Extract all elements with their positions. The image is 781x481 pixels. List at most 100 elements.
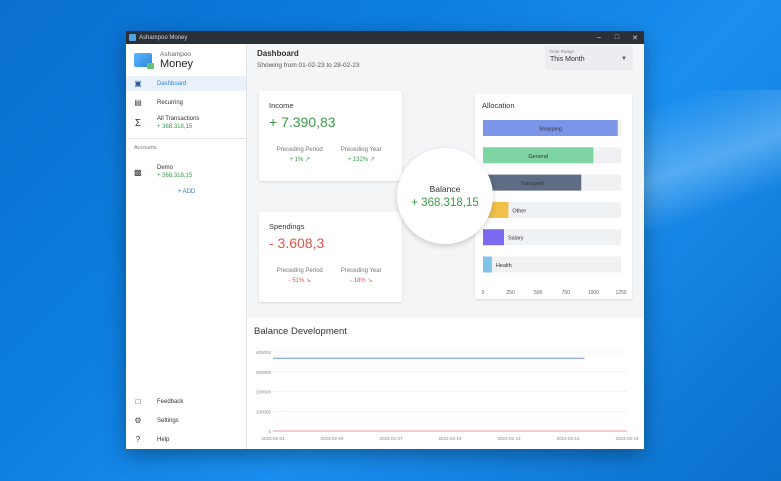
- help-icon: ?: [135, 434, 141, 444]
- allocation-bar: [483, 229, 504, 246]
- wallet-icon: ▩: [134, 167, 142, 177]
- y-tick-label: 300000: [256, 370, 272, 375]
- trend-up-icon: ↗: [369, 157, 375, 163]
- spendings-value: - 3.608,3: [269, 235, 325, 251]
- income-value: + 7.390,83: [269, 114, 336, 130]
- income-prev-year-value: + 132% ↗: [347, 157, 375, 163]
- accounts-section-label: Accounts: [134, 145, 157, 151]
- nav-dashboard-label: Dashboard: [157, 80, 187, 87]
- spendings-prev-year-label: Preceding Year: [340, 268, 382, 274]
- money-logo-icon: [134, 53, 154, 69]
- minimize-button[interactable]: –: [590, 34, 608, 41]
- nav-feedback-label: Feedback: [157, 398, 184, 405]
- x-tick-label: 2023-02-01: [261, 436, 285, 441]
- allocation-tick-label: 250: [506, 290, 515, 296]
- nav-settings-label: Settings: [157, 417, 179, 424]
- balance-value: + 368.318,15: [411, 196, 479, 209]
- app-icon: [129, 34, 136, 41]
- nav-feedback[interactable]: □ Feedback: [126, 392, 247, 411]
- allocation-tick-label: 1000: [588, 290, 599, 296]
- allocation-bar-label: Shopping: [539, 127, 562, 133]
- x-tick-label: 2023-02-04: [320, 436, 344, 441]
- nav-recurring-label: Recurring: [157, 99, 184, 106]
- balance-development-panel: Balance Development 0 100000 200000 300000 4…: [247, 318, 644, 449]
- brand-line2: Money: [160, 57, 194, 70]
- nav-all-transactions[interactable]: Σ All Transactions + 368.318,15: [126, 112, 246, 134]
- page-header: Dashboard Showing from 01-02-23 to 28-02…: [257, 49, 360, 69]
- income-prev-period: Preceding Period + 1% ↗: [269, 147, 331, 163]
- spendings-title: Spendings: [269, 222, 305, 231]
- allocation-bar-label: Health: [496, 263, 512, 269]
- add-account-button[interactable]: + ADD: [126, 189, 247, 195]
- allocation-title: Allocation: [482, 101, 515, 110]
- caret-down-icon: ▼: [621, 56, 627, 62]
- all-transactions-amount: + 368.318,15: [157, 124, 193, 130]
- window-title: Ashampoo Money: [139, 34, 188, 41]
- nav-recurring[interactable]: ▤ Recurring: [126, 95, 246, 110]
- x-tick-label: 2023-02-10: [438, 436, 462, 441]
- page-title: Dashboard: [257, 49, 299, 58]
- income-prev-period-label: Preceding Period: [276, 147, 323, 153]
- trend-up-icon: ↗: [304, 157, 311, 163]
- close-button[interactable]: ✕: [626, 34, 644, 42]
- income-prev-year-label: Preceding Year: [340, 147, 382, 153]
- dashboard-icon: ▣: [134, 78, 142, 88]
- spendings-prev-period-value: - 51% ↘: [288, 278, 311, 284]
- spendings-prev-year-value: - 18% ↘: [350, 278, 373, 284]
- y-tick-label: 100000: [256, 409, 272, 414]
- all-transactions-label: All Transactions: [157, 116, 200, 122]
- x-tick-label: 2023-02-07: [379, 436, 403, 441]
- app-window: Ashampoo Money – □ ✕ Ashampoo Money ▣ Da…: [126, 31, 644, 449]
- spendings-prev-period-label: Preceding Period: [276, 268, 323, 274]
- y-tick-label: 0: [268, 429, 271, 434]
- spendings-card: Spendings - 3.608,3 Preceding Period - 5…: [259, 212, 402, 302]
- balance-title: Balance: [429, 183, 461, 194]
- allocation-card: Allocation Shopping General Transport Other S…: [475, 94, 632, 299]
- date-range-value: This Month: [550, 56, 585, 63]
- brand-line1: Ashampoo: [160, 50, 192, 58]
- allocation-tick-label: 0: [482, 290, 485, 296]
- brand: Ashampoo Money: [126, 44, 246, 76]
- spendings-prev-period: Preceding Period - 51% ↘: [269, 268, 331, 284]
- page-subtitle: Showing from 01-02-23 to 28-02-23: [257, 62, 360, 69]
- feedback-icon: □: [135, 396, 141, 406]
- nav-settings[interactable]: ⚙ Settings: [126, 411, 247, 430]
- nav-dashboard[interactable]: ▣ Dashboard: [126, 76, 246, 91]
- allocation-tick-label: 750: [562, 290, 571, 296]
- date-range-select[interactable]: Date Range This Month ▼: [545, 46, 633, 70]
- nav-help[interactable]: ? Help: [126, 430, 247, 449]
- trend-down-icon: ↘: [367, 278, 373, 284]
- maximize-button[interactable]: □: [608, 34, 626, 41]
- x-tick-label: 2023-02-19: [615, 436, 639, 441]
- trend-down-icon: ↘: [305, 278, 311, 284]
- income-title: Income: [269, 101, 294, 110]
- allocation-bar-label: Transport: [520, 181, 544, 187]
- sigma-icon: Σ: [134, 117, 142, 129]
- x-tick-label: 2023-02-13: [497, 436, 521, 441]
- allocation-tick-label: 500: [534, 290, 543, 296]
- spendings-prev-year: Preceding Year - 18% ↘: [331, 268, 393, 284]
- sidebar: Ashampoo Money ▣ Dashboard ▤ Recurring Σ…: [126, 44, 247, 449]
- allocation-chart: Allocation Shopping General Transport Other S…: [482, 101, 627, 296]
- balance-development-chart: 0 100000 200000 300000 400000 2023-02-01 2023-…: [256, 350, 639, 441]
- allocation-bar-label: Other: [512, 208, 526, 214]
- account-item-demo[interactable]: ▩ Demo + 368.318,15: [126, 161, 246, 183]
- calendar-icon: ▤: [134, 97, 142, 107]
- income-comparisons: Preceding Period + 1% ↗ Preceding Year +…: [269, 147, 392, 163]
- y-tick-label: 200000: [256, 390, 272, 395]
- allocation-bar: [483, 256, 492, 273]
- sidebar-bottom-nav: □ Feedback ⚙ Settings ? Help: [126, 392, 247, 449]
- allocation-bar-label: Salary: [508, 236, 524, 242]
- date-range-label: Date Range: [550, 49, 575, 54]
- account-amount: + 368.318,15: [157, 173, 193, 179]
- nav-help-label: Help: [157, 436, 170, 443]
- account-name: Demo: [157, 165, 174, 171]
- y-tick-label: 400000: [256, 350, 272, 355]
- main-content: Dashboard Showing from 01-02-23 to 28-02…: [247, 44, 644, 449]
- title-bar: Ashampoo Money – □ ✕: [126, 31, 644, 44]
- gear-icon: ⚙: [134, 415, 142, 425]
- balance-circle: Balance + 368.318,15: [397, 148, 493, 244]
- x-tick-label: 2023-02-16: [556, 436, 580, 441]
- allocation-tick-label: 1250: [615, 290, 626, 296]
- spendings-comparisons: Preceding Period - 51% ↘ Preceding Year …: [269, 268, 392, 284]
